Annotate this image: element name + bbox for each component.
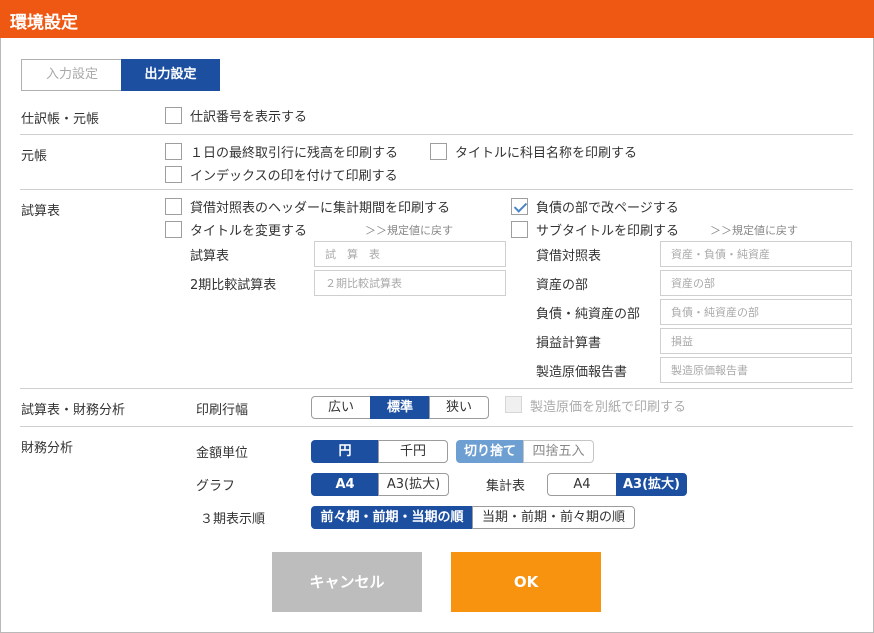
separate-mfg-cost-checkbox[interactable] (505, 396, 522, 413)
dialog-title: 環境設定 (10, 13, 78, 33)
compare-title-field-label: 2期比較試算表 (190, 278, 277, 293)
balance-sheet-field-label: 貸借対照表 (536, 249, 602, 264)
page-break-liability-checkbox[interactable] (511, 198, 528, 215)
graph-a4-option[interactable]: A4 (311, 473, 379, 496)
rounding-truncate-option[interactable]: 切り捨て (456, 440, 524, 463)
page-break-liability-label[interactable]: 負債の部で改ページする (536, 197, 679, 216)
print-account-title-label[interactable]: タイトルに科目名称を印刷する (455, 142, 637, 161)
print-subtitle-label[interactable]: サブタイトルを印刷する (536, 220, 679, 239)
print-header-period-label[interactable]: 貸借対照表のヘッダーに集計期間を印刷する (190, 197, 450, 216)
divider (20, 388, 853, 389)
change-title-checkbox[interactable] (165, 221, 182, 238)
section-label-trial-finance: 試算表・財務分析 (21, 403, 126, 418)
graph-size-segmented: A4 A3(拡大) (311, 473, 449, 496)
liabilities-field-label: 負債・純資産の部 (536, 307, 641, 322)
reset-default-link-right[interactable]: ＞＞規定値に戻す (710, 222, 798, 238)
graph-a3-option[interactable]: A3(拡大) (378, 473, 449, 496)
summary-a3-option[interactable]: A3(拡大) (616, 473, 687, 496)
show-journal-number-checkbox[interactable] (165, 107, 182, 124)
cancel-button[interactable]: キャンセル (272, 552, 422, 612)
change-title-label[interactable]: タイトルを変更する (190, 220, 307, 239)
graph-label: グラフ (196, 479, 236, 494)
print-balance-checkbox[interactable] (165, 143, 182, 160)
show-journal-number-label[interactable]: 仕訳番号を表示する (190, 106, 307, 125)
divider (20, 189, 853, 190)
print-index-checkbox[interactable] (165, 166, 182, 183)
tab-output-settings[interactable]: 出力設定 (121, 59, 220, 91)
row-width-wide-option[interactable]: 広い (311, 396, 371, 419)
tab-input-settings[interactable]: 入力設定 (21, 59, 122, 91)
amount-unit-segmented: 円 千円 (311, 440, 448, 463)
income-statement-input[interactable] (660, 328, 852, 354)
row-width-label: 印刷行幅 (196, 403, 249, 418)
amount-unit-label: 金額単位 (196, 446, 249, 461)
separate-mfg-cost-label[interactable]: 製造原価を別紙で印刷する (530, 396, 686, 415)
divider (20, 134, 853, 135)
amount-unit-yen-option[interactable]: 円 (311, 440, 379, 463)
income-statement-field-label: 損益計算書 (536, 336, 602, 351)
assets-input[interactable] (660, 270, 852, 296)
section-label-ledger: 元帳 (21, 149, 48, 164)
trial-title-input[interactable] (314, 241, 506, 267)
trial-title-field-label: 試算表 (190, 249, 230, 264)
period-order-ascending-option[interactable]: 前々期・前期・当期の順 (311, 506, 473, 529)
amount-unit-thousand-yen-option[interactable]: 千円 (378, 440, 448, 463)
section-label-finance: 財務分析 (21, 441, 74, 456)
summary-a4-option[interactable]: A4 (547, 473, 617, 496)
ok-button[interactable]: OK (451, 552, 601, 612)
rounding-segmented: 切り捨て 四捨五入 (456, 440, 594, 463)
summary-label: 集計表 (486, 479, 526, 494)
print-subtitle-checkbox[interactable] (511, 221, 528, 238)
mfg-cost-report-field-label: 製造原価報告書 (536, 365, 628, 380)
period-order-descending-option[interactable]: 当期・前期・前々期の順 (472, 506, 635, 529)
print-index-label[interactable]: インデックスの印を付けて印刷する (190, 165, 398, 184)
assets-field-label: 資産の部 (536, 278, 589, 293)
print-balance-label[interactable]: １日の最終取引行に残高を印刷する (190, 142, 398, 161)
row-width-narrow-option[interactable]: 狭い (429, 396, 489, 419)
period-order-segmented: 前々期・前期・当期の順 当期・前期・前々期の順 (311, 506, 635, 529)
row-width-segmented: 広い 標準 狭い (311, 396, 489, 419)
balance-sheet-input[interactable] (660, 241, 852, 267)
rounding-round-option[interactable]: 四捨五入 (523, 440, 594, 463)
row-width-standard-option[interactable]: 標準 (370, 396, 430, 419)
print-header-period-checkbox[interactable] (165, 198, 182, 215)
mfg-cost-report-input[interactable] (660, 357, 852, 383)
period-order-label: ３期表示順 (200, 512, 266, 527)
section-label-journal: 仕訳帳・元帳 (21, 112, 100, 127)
liabilities-input[interactable] (660, 299, 852, 325)
print-account-title-checkbox[interactable] (430, 143, 447, 160)
compare-title-input[interactable] (314, 270, 506, 296)
summary-size-segmented: A4 A3(拡大) (547, 473, 687, 496)
divider (20, 426, 853, 427)
dialog-titlebar: 環境設定 (0, 0, 874, 38)
section-label-trial: 試算表 (21, 204, 61, 219)
reset-default-link-left[interactable]: ＞＞規定値に戻す (365, 222, 453, 238)
